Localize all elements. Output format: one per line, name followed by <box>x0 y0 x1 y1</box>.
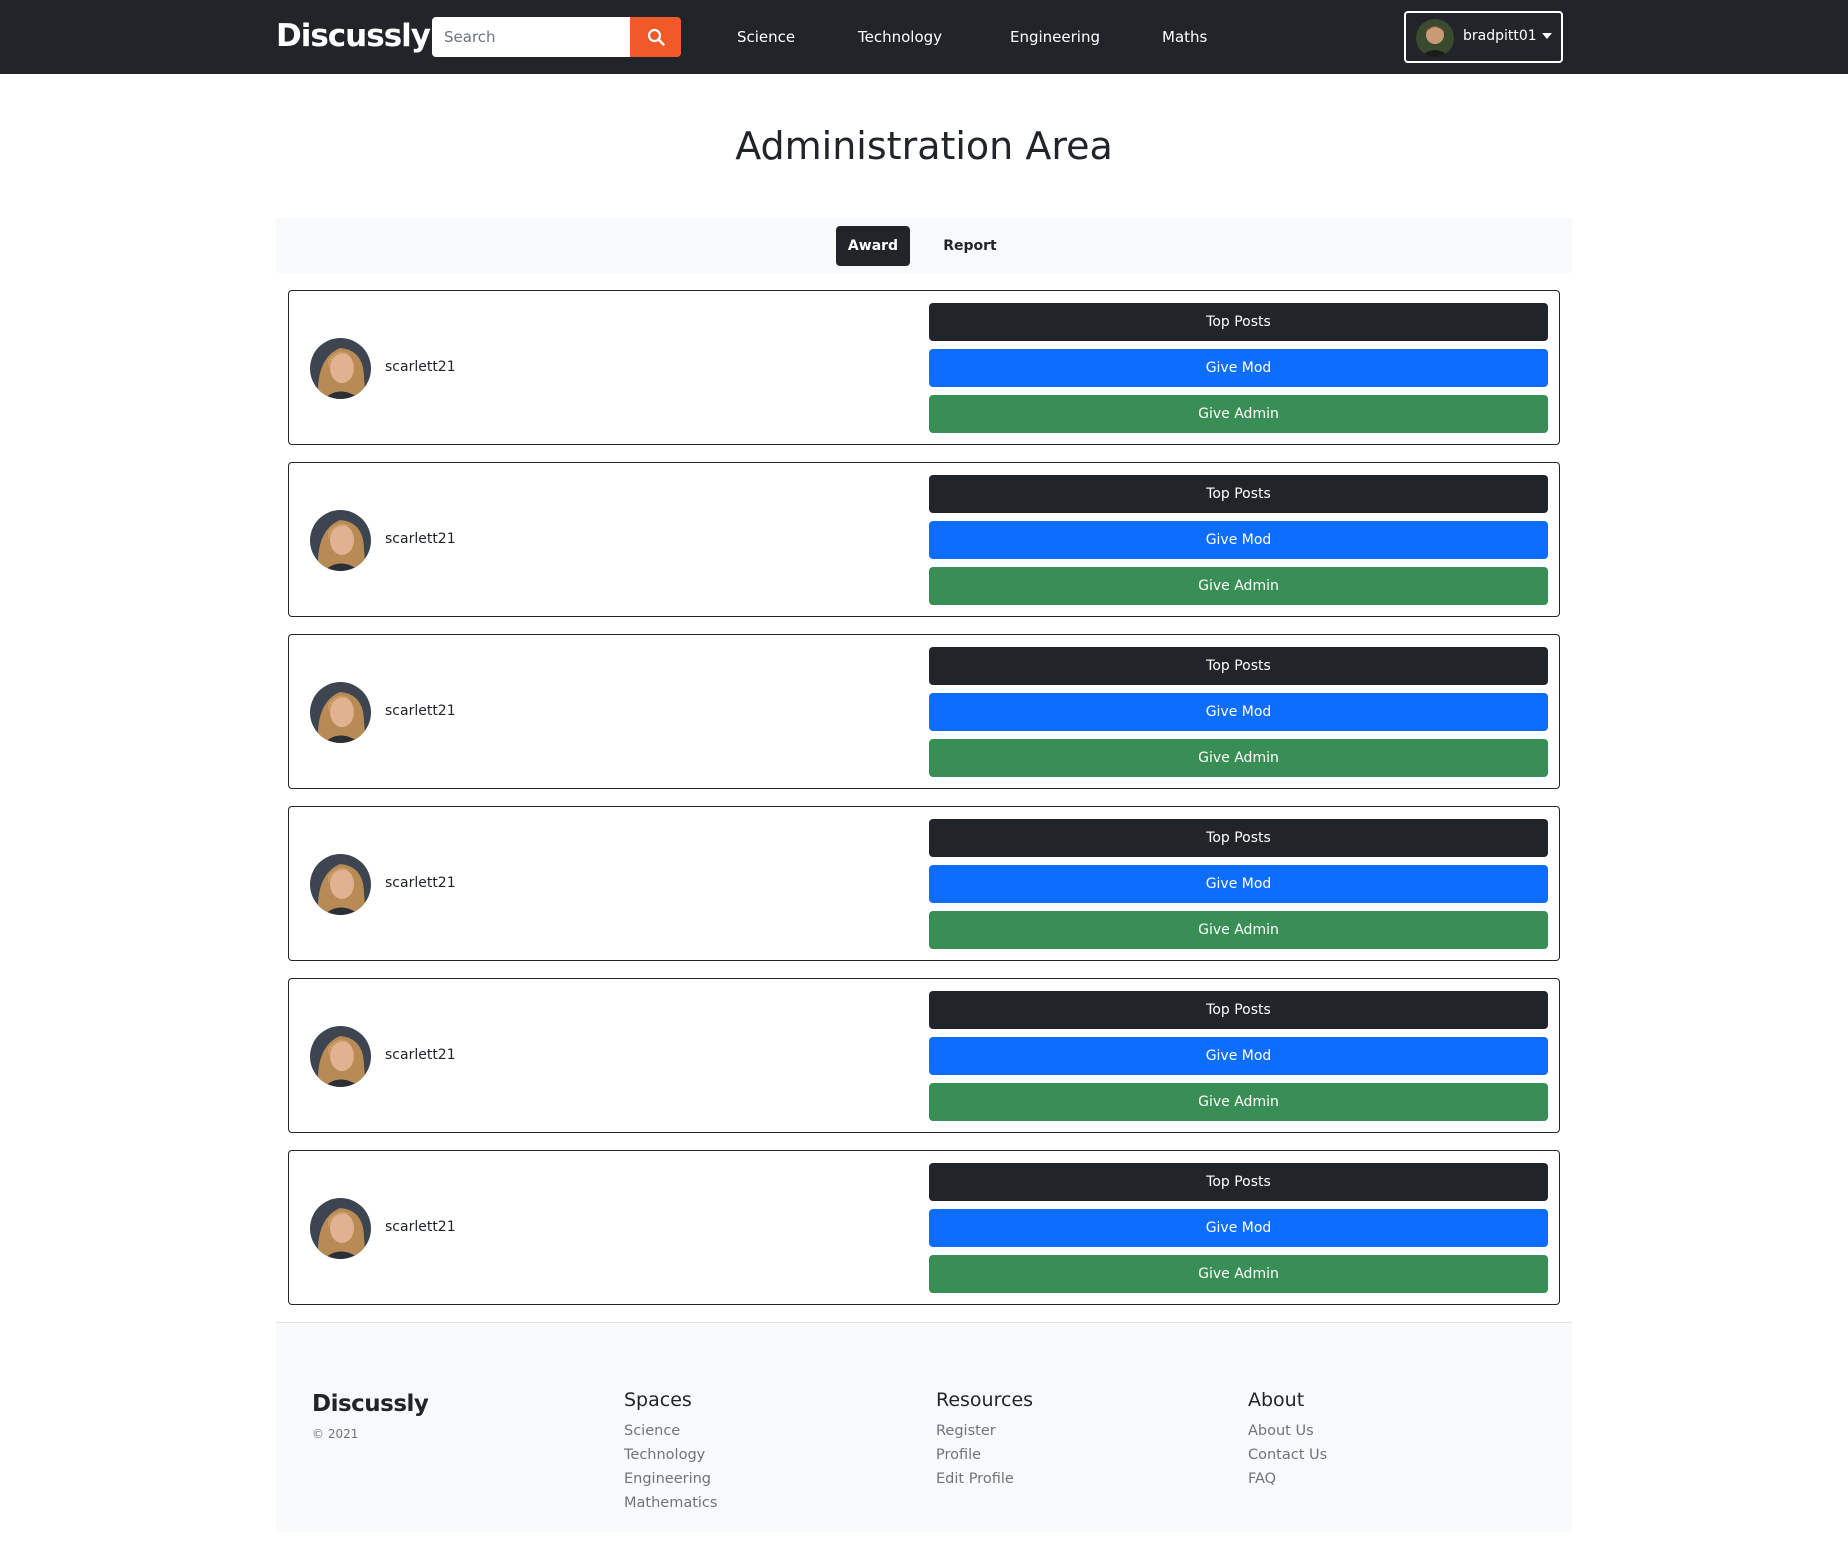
tab-award[interactable]: Award <box>836 226 910 266</box>
user-card: scarlett21 Top Posts Give Mod Give Admin <box>288 462 1560 617</box>
user-avatar[interactable] <box>310 682 371 743</box>
give-mod-button[interactable]: Give Mod <box>929 1209 1548 1247</box>
footer-heading: Spaces <box>624 1389 692 1411</box>
footer-link-about-us[interactable]: About Us <box>1248 1419 1327 1443</box>
user-avatar[interactable] <box>310 1026 371 1087</box>
brand-logo[interactable]: Discussly <box>276 18 431 54</box>
user-avatar[interactable] <box>310 510 371 571</box>
user-avatar[interactable] <box>310 338 371 399</box>
footer-column-about: About About Us Contact Us FAQ <box>1248 1389 1327 1491</box>
footer-copyright: © 2021 <box>312 1427 359 1441</box>
footer-heading: About <box>1248 1389 1305 1411</box>
give-admin-button[interactable]: Give Admin <box>929 1083 1548 1121</box>
footer-link-faq[interactable]: FAQ <box>1248 1467 1327 1491</box>
top-posts-button[interactable]: Top Posts <box>929 991 1548 1029</box>
give-admin-button[interactable]: Give Admin <box>929 739 1548 777</box>
caret-down-icon <box>1542 33 1552 39</box>
user-card: scarlett21 Top Posts Give Mod Give Admin <box>288 634 1560 789</box>
tab-report[interactable]: Report <box>926 226 1014 266</box>
top-posts-button[interactable]: Top Posts <box>929 647 1548 685</box>
nav-link-maths[interactable]: Maths <box>1162 28 1207 46</box>
give-admin-button[interactable]: Give Admin <box>929 395 1548 433</box>
give-mod-button[interactable]: Give Mod <box>929 349 1548 387</box>
give-mod-button[interactable]: Give Mod <box>929 865 1548 903</box>
footer-column-spaces: Spaces Science Technology Engineering Ma… <box>624 1389 717 1515</box>
search-button[interactable] <box>630 17 681 57</box>
top-posts-button[interactable]: Top Posts <box>929 1163 1548 1201</box>
footer-brand[interactable]: Discussly <box>312 1391 429 1417</box>
top-posts-button[interactable]: Top Posts <box>929 475 1548 513</box>
give-mod-button[interactable]: Give Mod <box>929 693 1548 731</box>
nav-link-science[interactable]: Science <box>737 28 795 46</box>
give-admin-button[interactable]: Give Admin <box>929 911 1548 949</box>
nav-link-engineering[interactable]: Engineering <box>1010 28 1100 46</box>
user-name: bradpitt01 <box>1463 28 1537 44</box>
user-card: scarlett21 Top Posts Give Mod Give Admin <box>288 978 1560 1133</box>
user-avatar[interactable] <box>310 854 371 915</box>
card-username[interactable]: scarlett21 <box>385 531 456 547</box>
footer-link-edit-profile[interactable]: Edit Profile <box>936 1467 1033 1491</box>
admin-tabbar: Award Report <box>276 218 1572 273</box>
card-username[interactable]: scarlett21 <box>385 1219 456 1235</box>
footer-link-register[interactable]: Register <box>936 1419 1033 1443</box>
give-mod-button[interactable]: Give Mod <box>929 1037 1548 1075</box>
card-username[interactable]: scarlett21 <box>385 703 456 719</box>
footer-link-engineering[interactable]: Engineering <box>624 1467 717 1491</box>
footer-link-contact-us[interactable]: Contact Us <box>1248 1443 1327 1467</box>
search-input[interactable] <box>432 17 630 57</box>
footer-link-mathematics[interactable]: Mathematics <box>624 1491 717 1515</box>
footer-link-science[interactable]: Science <box>624 1419 717 1443</box>
card-username[interactable]: scarlett21 <box>385 1047 456 1063</box>
card-username[interactable]: scarlett21 <box>385 359 456 375</box>
user-avatar[interactable] <box>310 1198 371 1259</box>
top-posts-button[interactable]: Top Posts <box>929 303 1548 341</box>
footer-column-resources: Resources Register Profile Edit Profile <box>936 1389 1033 1491</box>
nav-link-technology[interactable]: Technology <box>858 28 942 46</box>
search-icon <box>647 28 665 46</box>
top-posts-button[interactable]: Top Posts <box>929 819 1548 857</box>
user-card: scarlett21 Top Posts Give Mod Give Admin <box>288 806 1560 961</box>
user-card: scarlett21 Top Posts Give Mod Give Admin <box>288 290 1560 445</box>
footer-link-technology[interactable]: Technology <box>624 1443 717 1467</box>
site-footer: Discussly © 2021 Spaces Science Technolo… <box>276 1322 1572 1532</box>
footer-link-profile[interactable]: Profile <box>936 1443 1033 1467</box>
page-title: Administration Area <box>735 124 1113 168</box>
user-menu-button[interactable]: bradpitt01 <box>1404 11 1563 63</box>
user-card: scarlett21 Top Posts Give Mod Give Admin <box>288 1150 1560 1305</box>
give-admin-button[interactable]: Give Admin <box>929 567 1548 605</box>
give-mod-button[interactable]: Give Mod <box>929 521 1548 559</box>
footer-heading: Resources <box>936 1389 1034 1411</box>
give-admin-button[interactable]: Give Admin <box>929 1255 1548 1293</box>
card-username[interactable]: scarlett21 <box>385 875 456 891</box>
user-avatar <box>1416 19 1454 57</box>
top-navbar: Discussly Science Technology Engineering… <box>0 0 1848 74</box>
